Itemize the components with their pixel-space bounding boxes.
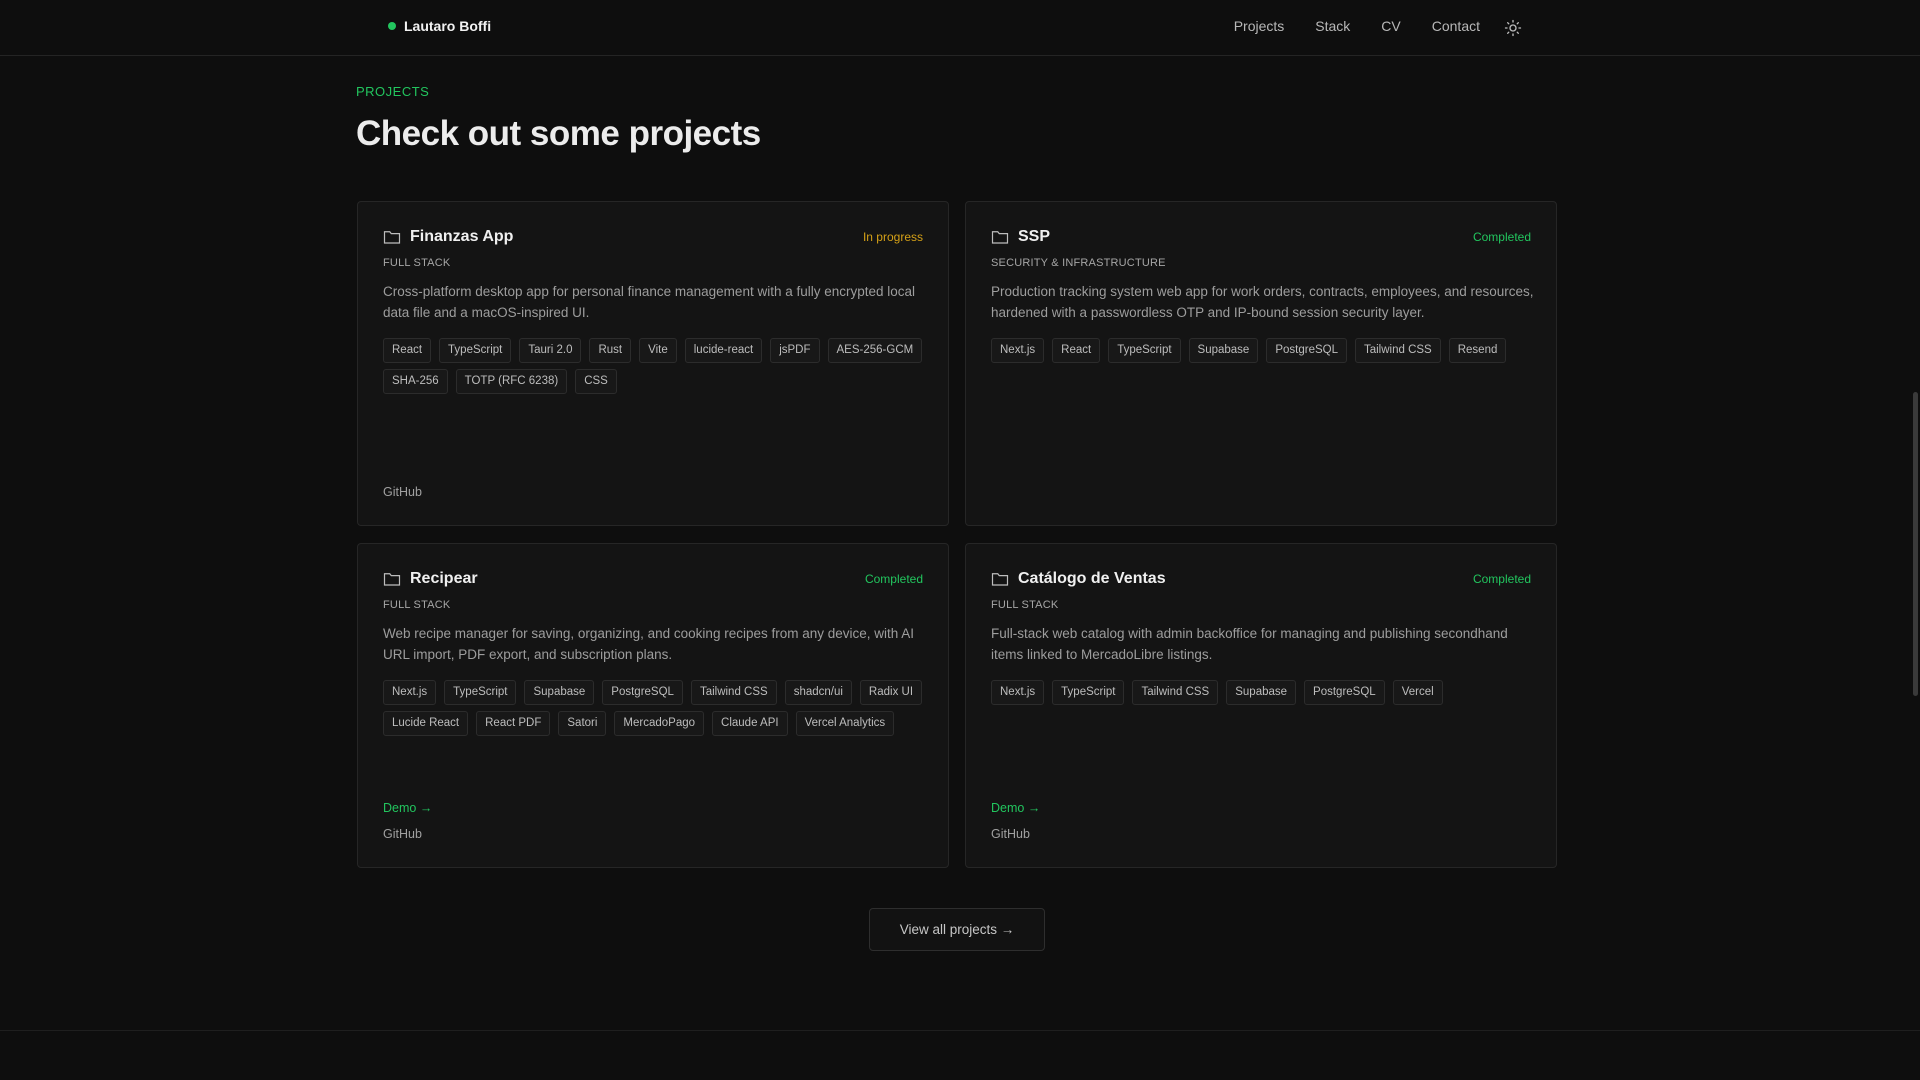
tech-tag: Tailwind CSS bbox=[1132, 680, 1219, 705]
tech-tag: Vite bbox=[639, 338, 677, 363]
tech-tags: Next.js React TypeScript Supabase PostgreSQL… bbox=[991, 338, 1536, 363]
status-badge: In progress bbox=[862, 230, 923, 244]
tech-tag: React bbox=[383, 338, 432, 363]
demo-link[interactable]: Demo → bbox=[383, 801, 432, 815]
demo-link[interactable]: Demo → bbox=[991, 801, 1040, 815]
folder-icon bbox=[991, 573, 1009, 586]
tech-tags: Next.js TypeScript Tailwind CSS Supabase Pos… bbox=[991, 680, 1536, 705]
project-description: Cross-platform desktop app for personal … bbox=[383, 284, 916, 320]
tech-tag: Resend bbox=[1448, 338, 1507, 363]
github-link[interactable]: GitHub bbox=[383, 827, 432, 841]
project-card-recipear[interactable]: Recipear Completed FULL STACK Web recipe… bbox=[357, 543, 949, 868]
folder-icon bbox=[991, 231, 1009, 244]
sun-icon[interactable] bbox=[1504, 19, 1522, 37]
tech-tag: TypeScript bbox=[1052, 680, 1125, 705]
project-card-ssp[interactable]: SSP Completed SECURITY & INFRASTRUCTURE … bbox=[965, 201, 1557, 526]
tech-tag: Supabase bbox=[524, 680, 595, 705]
tech-tag: Supabase bbox=[1226, 680, 1297, 705]
project-description: Full-stack web catalog with admin backof… bbox=[991, 626, 1508, 662]
github-link[interactable]: GitHub bbox=[991, 827, 1040, 841]
footer-divider bbox=[0, 1030, 1920, 1031]
project-description: Web recipe manager for saving, organizin… bbox=[383, 626, 915, 662]
view-all-projects-button[interactable]: View all projects → bbox=[869, 908, 1045, 951]
tech-tags: Next.js TypeScript Supabase PostgreSQL Tailw… bbox=[383, 680, 928, 736]
tech-tag: MercadoPago bbox=[614, 711, 705, 736]
tech-tag: PostgreSQL bbox=[602, 680, 683, 705]
project-category: SECURITY & INFRASTRUCTURE bbox=[991, 257, 1166, 269]
project-title: Recipear bbox=[410, 570, 478, 587]
tech-tag: TypeScript bbox=[1108, 338, 1181, 363]
project-category: FULL STACK bbox=[383, 599, 451, 611]
tech-tag: SHA-256 bbox=[383, 369, 448, 394]
tech-tag: TypeScript bbox=[439, 338, 512, 363]
brand-name: Lautaro Boffi bbox=[404, 18, 492, 34]
brand-logo[interactable]: Lautaro Boffi bbox=[388, 18, 491, 34]
nav-projects[interactable]: Projects bbox=[1234, 18, 1285, 34]
tech-tag: Next.js bbox=[383, 680, 437, 705]
tech-tag: React bbox=[1052, 338, 1101, 363]
tech-tag: Tauri 2.0 bbox=[519, 338, 582, 363]
status-badge: Completed bbox=[1472, 572, 1531, 586]
tech-tag: jsPDF bbox=[770, 338, 820, 363]
tech-tag: PostgreSQL bbox=[1304, 680, 1385, 705]
section-label: PROJECTS bbox=[356, 84, 430, 99]
main-nav: Projects Stack CV Contact bbox=[1234, 18, 1480, 34]
status-dot-icon bbox=[388, 22, 396, 30]
project-category: FULL STACK bbox=[991, 599, 1059, 611]
tech-tag: Supabase bbox=[1188, 338, 1259, 363]
tech-tag: Rust bbox=[589, 338, 632, 363]
section-title: Check out some projects bbox=[356, 114, 761, 153]
tech-tag: TOTP (RFC 6238) bbox=[455, 369, 568, 394]
github-link[interactable]: GitHub bbox=[383, 485, 422, 499]
project-card-catalogo[interactable]: Catálogo de Ventas Completed FULL STACK … bbox=[965, 543, 1557, 868]
nav-stack[interactable]: Stack bbox=[1315, 18, 1350, 34]
project-description: Production tracking system web app for w… bbox=[991, 284, 1534, 320]
project-title: Finanzas App bbox=[410, 228, 514, 245]
tech-tag: shadcn/ui bbox=[784, 680, 852, 705]
project-title: Catálogo de Ventas bbox=[1018, 570, 1166, 587]
tech-tag: Next.js bbox=[991, 680, 1045, 705]
tech-tag: Vercel Analytics bbox=[795, 711, 895, 736]
top-nav-bar: Lautaro Boffi Projects Stack CV Contact bbox=[0, 0, 1920, 56]
page-scrollbar[interactable] bbox=[1913, 392, 1918, 696]
tech-tag: Claude API bbox=[712, 711, 788, 736]
tech-tag: Lucide React bbox=[383, 711, 469, 736]
status-badge: Completed bbox=[864, 572, 923, 586]
tech-tag: Vercel bbox=[1392, 680, 1443, 705]
tech-tag: Tailwind CSS bbox=[1354, 338, 1441, 363]
tech-tag: lucide-react bbox=[684, 338, 763, 363]
folder-icon bbox=[383, 573, 401, 586]
tech-tag: Satori bbox=[558, 711, 607, 736]
tech-tag: AES-256-GCM bbox=[827, 338, 923, 363]
tech-tag: CSS bbox=[575, 369, 617, 394]
status-badge: Completed bbox=[1472, 230, 1531, 244]
nav-cv[interactable]: CV bbox=[1381, 18, 1400, 34]
tech-tags: React TypeScript Tauri 2.0 Rust Vite lucide-r… bbox=[383, 338, 928, 394]
tech-tag: Tailwind CSS bbox=[690, 680, 777, 705]
tech-tag: TypeScript bbox=[444, 680, 517, 705]
nav-contact[interactable]: Contact bbox=[1432, 18, 1480, 34]
tech-tag: Next.js bbox=[991, 338, 1045, 363]
project-category: FULL STACK bbox=[383, 257, 451, 269]
tech-tag: React PDF bbox=[476, 711, 551, 736]
tech-tag: Radix UI bbox=[859, 680, 923, 705]
tech-tag: PostgreSQL bbox=[1266, 338, 1347, 363]
folder-icon bbox=[383, 231, 401, 244]
project-card-finanzas[interactable]: Finanzas App In progress FULL STACK Cros… bbox=[357, 201, 949, 526]
project-title: SSP bbox=[1018, 228, 1051, 245]
